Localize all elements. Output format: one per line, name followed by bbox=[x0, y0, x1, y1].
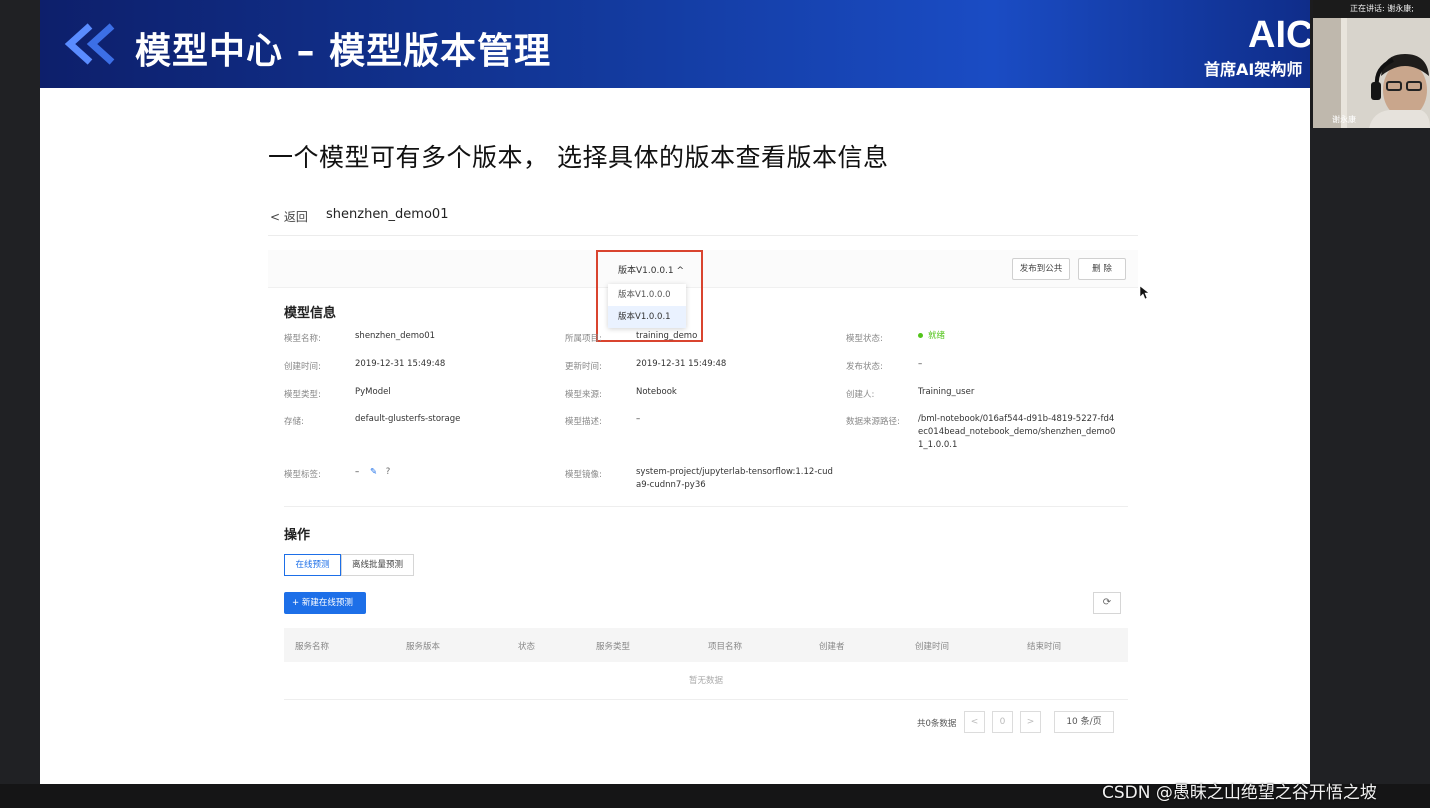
column-header: 服务名称 bbox=[295, 642, 330, 652]
watermark: CSDN @愚昧之山绝望之谷开悟之坡 bbox=[1102, 783, 1377, 803]
help-icon[interactable]: ? bbox=[386, 467, 391, 477]
field-label: 模型名称: bbox=[284, 334, 321, 344]
field-label: 模型镜像: bbox=[565, 470, 602, 480]
prev-page-button[interactable]: < bbox=[964, 711, 985, 733]
pagination-total: 共0条数据 bbox=[917, 719, 957, 729]
empty-state: 暂无数据 bbox=[284, 662, 1128, 700]
right-frame bbox=[1310, 128, 1430, 784]
left-frame bbox=[0, 0, 40, 808]
tab-online-predict[interactable]: 在线预测 bbox=[284, 554, 341, 576]
column-header: 创建时间 bbox=[915, 642, 950, 652]
plus-icon: + bbox=[292, 598, 302, 608]
field-value: – bbox=[355, 467, 360, 477]
next-page-button[interactable]: > bbox=[1020, 711, 1041, 733]
field-label: 模型描述: bbox=[565, 417, 602, 427]
new-button-label: 新建在线预测 bbox=[301, 598, 353, 608]
field-value: 2019-12-31 15:49:48 bbox=[355, 359, 446, 369]
speaker-status: 正在讲话: 谢永康; bbox=[1350, 4, 1414, 13]
field-label: 存储: bbox=[284, 417, 304, 427]
tab-batch-predict[interactable]: 离线批量预测 bbox=[341, 554, 414, 576]
status-dot-icon bbox=[918, 333, 923, 338]
version-dropdown: 版本V1.0.0.0 版本V1.0.0.1 bbox=[608, 284, 686, 328]
version-option-selected[interactable]: 版本V1.0.0.1 bbox=[608, 306, 686, 328]
top-bar: < 返回 shenzhen_demo01 bbox=[268, 198, 1138, 236]
new-online-predict-button[interactable]: + 新建在线预测 bbox=[284, 592, 366, 614]
status-text: 就绪 bbox=[928, 331, 946, 341]
tags-value: – ✎ ? bbox=[355, 466, 390, 479]
page-number[interactable]: 0 bbox=[992, 711, 1013, 733]
field-value: – bbox=[636, 414, 641, 424]
mouse-cursor-icon bbox=[1140, 286, 1150, 300]
banner-title: 模型中心 – 模型版本管理 bbox=[135, 31, 552, 72]
refresh-button[interactable]: ⟳ bbox=[1093, 592, 1121, 614]
publish-public-button[interactable]: 发布到公共 bbox=[1012, 258, 1070, 280]
chevron-left-icon: < bbox=[270, 210, 281, 224]
field-label: 模型来源: bbox=[565, 390, 602, 400]
field-label: 模型类型: bbox=[284, 390, 321, 400]
status-badge: 就绪 bbox=[918, 330, 945, 343]
info-section-title: 模型信息 bbox=[284, 306, 337, 321]
edit-icon[interactable]: ✎ bbox=[370, 467, 377, 477]
field-label: 创建人: bbox=[846, 390, 875, 400]
column-header: 结束时间 bbox=[1027, 642, 1062, 652]
version-bar: 版本V1.0.0.1 ^ 发布到公共 删 除 bbox=[268, 250, 1138, 288]
field-value: shenzhen_demo01 bbox=[355, 331, 436, 341]
field-value: default-glusterfs-storage bbox=[355, 414, 461, 424]
field-label: 创建时间: bbox=[284, 362, 321, 372]
field-label: 模型状态: bbox=[846, 334, 883, 344]
delete-button[interactable]: 删 除 bbox=[1078, 258, 1126, 280]
field-label: 模型标签: bbox=[284, 470, 321, 480]
column-header: 创建者 bbox=[819, 642, 845, 652]
presenter-image bbox=[1313, 18, 1430, 128]
field-value: 2019-12-31 15:49:48 bbox=[636, 359, 727, 369]
logo-subtitle: 首席AI架构师 bbox=[1204, 60, 1303, 79]
column-header: 服务类型 bbox=[596, 642, 631, 652]
ops-section-title: 操作 bbox=[284, 528, 311, 543]
column-header: 服务版本 bbox=[406, 642, 441, 652]
model-title: shenzhen_demo01 bbox=[326, 207, 449, 222]
back-button[interactable]: < 返回 bbox=[270, 208, 308, 225]
field-label: 发布状态: bbox=[846, 362, 883, 372]
field-label: 数据来源路径: bbox=[846, 417, 900, 427]
slide-headline: 一个模型可有多个版本， 选择具体的版本查看版本信息 bbox=[268, 143, 889, 172]
field-label: 更新时间: bbox=[565, 362, 602, 372]
double-chevron-left-icon bbox=[64, 23, 115, 65]
slide: 模型中心 – 模型版本管理 AIC 首席AI架构师 一个模型可有多个版本， 选择… bbox=[40, 0, 1310, 784]
field-value: Notebook bbox=[636, 387, 677, 397]
page-size-select[interactable]: 10 条/页 bbox=[1054, 711, 1114, 733]
field-value: training_demo bbox=[636, 331, 698, 341]
column-header: 状态 bbox=[518, 642, 536, 652]
divider bbox=[284, 506, 1128, 507]
column-header: 项目名称 bbox=[708, 642, 743, 652]
field-value: /bml-notebook/016af544-d91b-4819-5227-fd… bbox=[918, 414, 1116, 450]
field-value: system-project/jupyterlab-tensorflow:1.1… bbox=[636, 467, 833, 490]
presenter-name: 谢永康 bbox=[1332, 115, 1356, 124]
version-option[interactable]: 版本V1.0.0.0 bbox=[608, 284, 686, 306]
model-version-app: < 返回 shenzhen_demo01 版本V1.0.0.1 ^ 发布到公共 … bbox=[268, 198, 1150, 760]
logo: AIC bbox=[1248, 14, 1310, 56]
field-value: – bbox=[918, 359, 923, 369]
field-value: PyModel bbox=[355, 387, 391, 397]
field-value: Training_user bbox=[918, 387, 975, 397]
table-header: 服务名称 服务版本 状态 服务类型 项目名称 创建者 创建时间 结束时间 bbox=[284, 628, 1128, 662]
refresh-icon: ⟳ bbox=[1102, 597, 1112, 608]
slide-banner: 模型中心 – 模型版本管理 AIC 首席AI架构师 bbox=[40, 0, 1310, 88]
back-label: 返回 bbox=[283, 210, 308, 224]
webcam-video bbox=[1313, 18, 1430, 128]
field-label: 所属项目: bbox=[565, 334, 602, 344]
